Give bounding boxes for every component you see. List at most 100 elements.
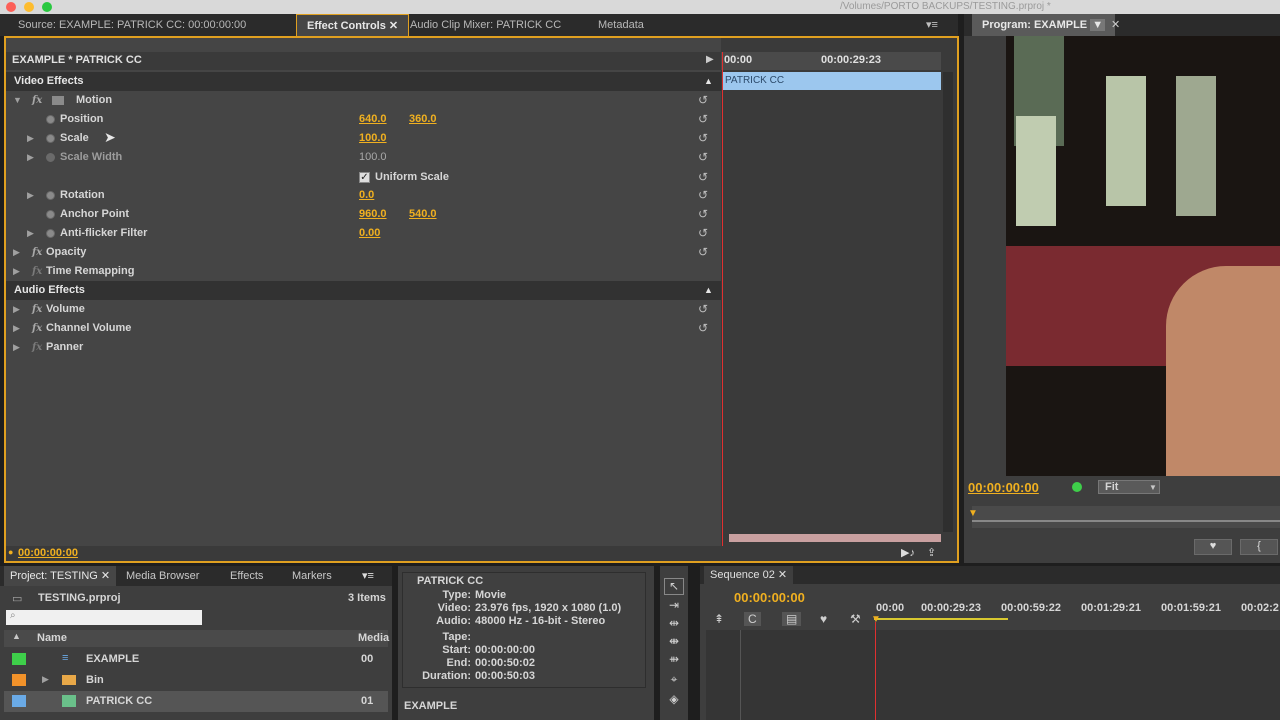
tab-sequence[interactable]: Sequence 02 ✕ (704, 566, 794, 584)
program-timecode[interactable]: 00:00:00:00 (968, 480, 1039, 495)
collapse-up-icon[interactable]: ▲ (704, 72, 713, 91)
fx-icon[interactable]: fx (32, 243, 42, 262)
col-name[interactable]: Name (37, 632, 67, 644)
expand-right-icon[interactable]: ▶ (27, 148, 34, 167)
program-scrubber[interactable]: ▼ (968, 506, 1280, 528)
sequence-timecode[interactable]: 00:00:00:00 (734, 590, 805, 605)
show-timeline-arrow-icon[interactable]: ▶ (706, 54, 714, 65)
rate-stretch-tool-icon[interactable]: ⇻ (664, 652, 684, 666)
panel-menu-icon[interactable]: ▾≡ (926, 18, 938, 31)
sequence-playhead[interactable] (875, 622, 876, 720)
effect-volume[interactable]: ▶ fx Volume ↺ (6, 300, 721, 319)
position-y-value[interactable]: 360.0 (409, 110, 437, 129)
clip-bar[interactable]: PATRICK CC (722, 72, 941, 90)
reset-icon[interactable]: ↺ (698, 148, 708, 167)
fx-icon[interactable]: fx (32, 319, 42, 338)
selection-tool-icon[interactable]: ↖ (664, 578, 684, 595)
tab-program[interactable]: Program: EXAMPLE ▼ (972, 14, 1116, 36)
project-row-bin[interactable]: ▶ Bin (4, 670, 388, 691)
reset-icon[interactable]: ↺ (698, 300, 708, 319)
uniform-scale-checkbox[interactable]: ✓ (359, 172, 370, 183)
snap-icon[interactable]: ⇞ (714, 612, 724, 626)
mark-in-button[interactable]: { (1240, 539, 1278, 555)
minimize-window-button[interactable] (24, 2, 34, 12)
add-marker-button[interactable]: ♥ (1194, 539, 1232, 555)
reset-icon[interactable]: ↺ (698, 110, 708, 129)
stopwatch-icon[interactable] (46, 191, 55, 200)
track-select-tool-icon[interactable]: ⇥ (664, 598, 684, 612)
reset-icon[interactable]: ↺ (698, 224, 708, 243)
wrench-icon[interactable]: ⚒ (850, 612, 861, 626)
tab-effects[interactable]: Effects (230, 570, 263, 582)
rolling-edit-tool-icon[interactable]: ⇼ (664, 634, 684, 648)
rotation-value[interactable]: 0.0 (359, 186, 374, 205)
tab-source[interactable]: Source: EXAMPLE: PATRICK CC: 00:00:00:00 (8, 14, 256, 36)
tab-project[interactable]: Project: TESTING ✕ (4, 566, 117, 586)
reset-icon[interactable]: ↺ (698, 205, 708, 224)
playhead[interactable] (722, 52, 723, 546)
position-x-value[interactable]: 640.0 (359, 110, 387, 129)
expand-right-icon[interactable]: ▶ (13, 243, 20, 262)
effect-channel-volume[interactable]: ▶ fx Channel Volume ↺ (6, 319, 721, 338)
close-tab-icon[interactable]: ✕ (389, 20, 398, 32)
play-audio-icon[interactable]: ▶♪ (901, 546, 915, 559)
marker-icon[interactable]: ♥ (820, 612, 827, 626)
expand-right-icon[interactable]: ▶ (13, 338, 20, 357)
expand-right-icon[interactable]: ▶ (13, 319, 20, 338)
tab-audio-clip-mixer[interactable]: Audio Clip Mixer: PATRICK CC (400, 14, 571, 36)
expand-right-icon[interactable]: ▶ (27, 224, 34, 243)
scrubber-playhead-icon[interactable]: ▼ (968, 508, 978, 519)
project-row-patrick[interactable]: PATRICK CC 01 (4, 691, 388, 712)
project-row-example[interactable]: ≡ EXAMPLE 00 (4, 649, 388, 670)
stopwatch-icon[interactable] (46, 115, 55, 124)
stopwatch-icon[interactable] (46, 229, 55, 238)
anchor-x-value[interactable]: 960.0 (359, 205, 387, 224)
effect-opacity[interactable]: ▶ fx Opacity ↺ (6, 243, 721, 262)
zoom-window-button[interactable] (42, 2, 52, 12)
ripple-edit-tool-icon[interactable]: ⇹ (664, 616, 684, 630)
anti-flicker-value[interactable]: 0.00 (359, 224, 380, 243)
effect-panner[interactable]: ▶ fx Panner (6, 338, 721, 357)
tab-markers[interactable]: Markers (292, 570, 332, 582)
reset-icon[interactable]: ↺ (698, 319, 708, 338)
reset-icon[interactable]: ↺ (698, 129, 708, 148)
collapse-up-icon[interactable]: ▲ (704, 281, 713, 300)
sequence-ruler[interactable]: 00:00 00:00:29:23 00:00:59:22 00:01:29:2… (874, 600, 1280, 622)
sort-up-icon[interactable]: ▲ (12, 631, 21, 641)
reset-icon[interactable]: ↺ (698, 186, 708, 205)
reset-icon[interactable]: ↺ (698, 91, 708, 110)
zoom-select[interactable]: Fit ▼ (1098, 480, 1160, 494)
effect-time-remapping[interactable]: ▶ fx Time Remapping (6, 262, 721, 281)
horizontal-scrollbar[interactable] (729, 534, 941, 542)
scale-value[interactable]: 100.0 (359, 129, 387, 148)
fx-icon[interactable]: fx (32, 91, 42, 110)
close-program-icon[interactable]: ✕ (1111, 18, 1120, 31)
ec-timecode[interactable]: 00:00:00:00 (18, 547, 78, 559)
track-area[interactable] (706, 630, 1280, 720)
effect-motion[interactable]: ▼ fx Motion ↺ (6, 91, 721, 110)
col-media[interactable]: Media (358, 632, 389, 644)
close-tab-icon[interactable]: ✕ (101, 570, 110, 582)
panel-menu-icon[interactable]: ▾≡ (362, 569, 374, 582)
export-icon[interactable]: ⇪ (927, 546, 936, 559)
stopwatch-icon[interactable] (46, 210, 55, 219)
expand-right-icon[interactable]: ▶ (13, 262, 20, 281)
tab-metadata[interactable]: Metadata (588, 14, 654, 36)
slip-tool-icon[interactable]: ◈ (664, 692, 684, 706)
razor-tool-icon[interactable]: ⌖ (664, 672, 684, 687)
work-area-bar[interactable] (874, 618, 1008, 620)
expand-right-icon[interactable]: ▶ (27, 129, 34, 148)
expand-right-icon[interactable]: ▶ (42, 674, 49, 685)
reset-icon[interactable]: ↺ (698, 168, 708, 187)
close-tab-icon[interactable]: ✕ (778, 569, 787, 581)
vertical-scrollbar[interactable] (943, 72, 953, 532)
tab-effect-controls[interactable]: Effect Controls ✕ (296, 14, 410, 36)
transform-icon[interactable] (52, 96, 64, 105)
expand-down-icon[interactable]: ▼ (13, 91, 22, 110)
expand-right-icon[interactable]: ▶ (13, 300, 20, 319)
fx-icon[interactable]: fx (32, 300, 42, 319)
stopwatch-icon[interactable] (46, 134, 55, 143)
project-search-input[interactable] (6, 610, 202, 625)
close-window-button[interactable] (6, 2, 16, 12)
program-dropdown-icon[interactable]: ▼ (1090, 19, 1106, 31)
